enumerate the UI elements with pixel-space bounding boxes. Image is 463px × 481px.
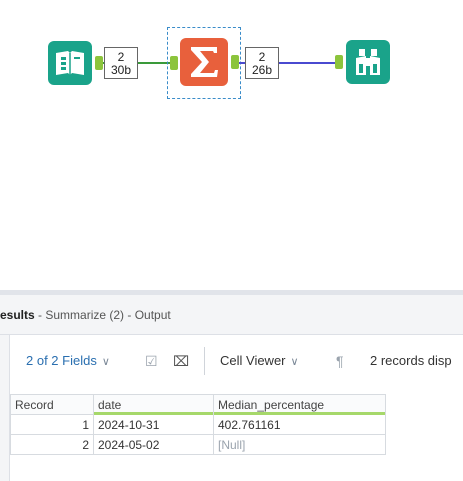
date-cell[interactable]: 2024-10-31	[93, 414, 214, 435]
header-record[interactable]: Record	[10, 394, 94, 415]
results-left-strip[interactable]	[0, 335, 10, 481]
sigma-summarize-icon	[191, 47, 218, 77]
fields-dropdown[interactable]: 2 of 2 Fields ∨	[26, 353, 110, 370]
connection-2-badge: 2 26b	[245, 47, 279, 79]
results-title: esults	[0, 308, 35, 322]
record-cell: 2	[10, 434, 94, 455]
fields-dropdown-label: 2 of 2 Fields	[26, 353, 97, 368]
header-median-label: Median_percentage	[218, 397, 325, 412]
summarize-output-anchor[interactable]	[231, 55, 239, 69]
connection-2-size: 26b	[251, 63, 273, 77]
header-date[interactable]: date	[93, 394, 214, 415]
pilcrow-icon[interactable]: ¶	[336, 353, 344, 369]
input-data-tool[interactable]	[48, 41, 92, 85]
results-panel: esults - Summarize (2) - Output 2 of 2 F…	[0, 290, 463, 481]
results-toolbar: 2 of 2 Fields ∨ ☑ ⌧ Cell Viewer ∨ ¶ 2 reco…	[10, 335, 463, 387]
results-header: esults - Summarize (2) - Output	[0, 295, 463, 335]
cell-viewer-dropdown[interactable]: Cell Viewer ∨	[220, 353, 299, 370]
workflow-canvas[interactable]: 2 30b 2 26b	[0, 0, 463, 290]
header-median-percentage[interactable]: Median_percentage	[213, 394, 386, 415]
record-cell: 1	[10, 414, 94, 435]
book-input-icon	[56, 51, 84, 75]
toolbar-divider	[204, 347, 205, 375]
header-date-label: date	[98, 397, 122, 412]
input-output-anchor[interactable]	[95, 56, 103, 70]
records-message: 2 records disp	[370, 353, 452, 368]
binoculars-browse-icon	[356, 49, 380, 75]
table-header-row: Record date Median_percentage	[10, 394, 386, 415]
browse-tool[interactable]	[346, 40, 390, 84]
column-indicator	[94, 412, 213, 415]
table-row[interactable]: 2 2024-05-02 [Null]	[10, 434, 386, 455]
median-cell[interactable]: [Null]	[213, 434, 386, 455]
summarize-tool[interactable]	[180, 38, 228, 86]
header-record-label: Record	[15, 397, 54, 412]
connection-1-size: 30b	[110, 63, 132, 77]
cell-viewer-label: Cell Viewer	[220, 353, 286, 368]
results-table: Record date Median_percentage 1 2024-10-…	[10, 394, 386, 455]
chevron-down-icon: ∨	[101, 356, 110, 368]
connection-1-badge: 2 30b	[104, 47, 138, 79]
chevron-down-icon: ∨	[290, 356, 299, 368]
date-cell[interactable]: 2024-05-02	[93, 434, 214, 455]
deselect-x-icon[interactable]: ⌧	[173, 353, 189, 369]
checkbox-select-icon[interactable]: ☑	[145, 353, 158, 369]
results-subtitle: - Summarize (2) - Output	[34, 308, 171, 322]
summarize-input-anchor[interactable]	[170, 56, 178, 70]
browse-input-anchor[interactable]	[335, 55, 343, 69]
table-row[interactable]: 1 2024-10-31 402.761161	[10, 414, 386, 435]
median-cell[interactable]: 402.761161	[213, 414, 386, 435]
column-indicator	[214, 412, 385, 415]
